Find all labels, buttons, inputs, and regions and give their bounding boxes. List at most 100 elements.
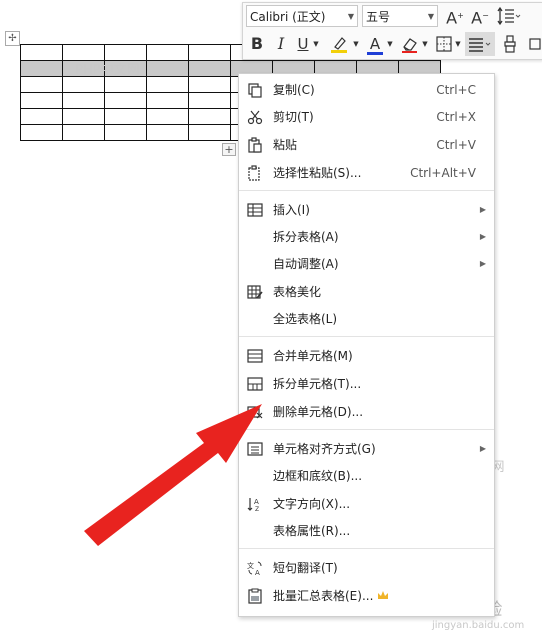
menu-item-label: 拆分单元格(T)...	[273, 377, 362, 391]
shrink-font-icon: A	[471, 8, 483, 28]
batch-summary-icon	[248, 588, 262, 604]
chevron-right-icon: ▶	[479, 259, 486, 268]
chevron-down-icon: ▼	[347, 12, 354, 21]
context-menu: 复制(C) Ctrl+C 剪切(T) Ctrl+X 粘贴 Ctrl+V 选择性粘…	[238, 73, 495, 617]
menu-item-paste-special[interactable]: 选择性粘贴(S)... Ctrl+Alt+V	[239, 160, 494, 186]
menu-item-label: 剪切(T)	[273, 110, 314, 124]
menu-item-label: 粘贴	[273, 138, 298, 152]
menu-separator	[239, 336, 494, 337]
menu-item-label: 选择性粘贴(S)...	[273, 166, 362, 180]
menu-item-borders-shading[interactable]: 边框和底纹(B)...	[239, 463, 494, 489]
svg-text:Z: Z	[255, 506, 259, 512]
menu-item-label: 表格美化	[273, 285, 322, 299]
highlight-button[interactable]	[329, 33, 351, 55]
chevron-down-icon[interactable]: ▼	[351, 33, 361, 55]
chevron-right-icon: ▶	[479, 444, 486, 453]
menu-item-label: 拆分表格(A)	[273, 230, 339, 244]
font-size-select[interactable]: 五号 ▼	[362, 5, 438, 27]
font-size-value: 五号	[366, 10, 391, 24]
chevron-right-icon: ▶	[479, 232, 486, 241]
menu-item-select-table[interactable]: 全选表格(L)	[239, 306, 494, 332]
format-painter-button[interactable]	[501, 33, 521, 55]
svg-text:A: A	[255, 569, 260, 576]
menu-item-copy[interactable]: 复制(C) Ctrl+C	[239, 77, 494, 103]
chevron-right-icon: ▶	[479, 205, 486, 214]
menu-item-label: 文字方向(X)...	[273, 497, 351, 511]
line-spacing-icon	[497, 6, 521, 26]
grow-font-icon: A	[446, 8, 458, 28]
menu-item-translate[interactable]: 文A 短句翻译(T)	[239, 555, 494, 581]
menu-item-label: 边框和底纹(B)...	[273, 469, 363, 483]
italic-button[interactable]: I	[273, 33, 289, 55]
chevron-down-icon: ▼	[427, 12, 434, 21]
menu-item-label: 插入(I)	[273, 203, 310, 217]
menu-item-label: 表格属性(R)...	[273, 524, 351, 538]
clear-format-button[interactable]	[400, 33, 420, 55]
menu-item-table-properties[interactable]: 表格属性(R)...	[239, 518, 494, 544]
shortcut-label: Ctrl+V	[436, 138, 476, 152]
font-color-swatch	[367, 52, 383, 55]
shortcut-label: Ctrl+X	[436, 110, 476, 124]
menu-item-beautify-table[interactable]: 表格美化	[239, 279, 494, 305]
font-name-select[interactable]: Calibri (正文) ▼	[246, 5, 358, 27]
more-icon[interactable]	[527, 33, 541, 55]
align-center-icon	[469, 38, 491, 52]
underline-button[interactable]: U	[295, 33, 311, 55]
menu-separator	[239, 548, 494, 549]
watermark: jingyan.baidu.com	[432, 620, 525, 631]
table-move-handle-icon[interactable]: ✢	[5, 31, 20, 46]
table-style-icon	[247, 285, 263, 299]
menu-item-label: 单元格对齐方式(G)	[273, 442, 376, 456]
font-color-button[interactable]: A	[367, 33, 383, 55]
translate-icon: 文A	[247, 561, 262, 576]
menu-item-batch-summary[interactable]: 批量汇总表格(E)...	[239, 583, 494, 609]
crown-icon	[378, 591, 388, 599]
chevron-down-icon[interactable]: ▼	[311, 33, 321, 55]
svg-text:A: A	[254, 498, 259, 506]
scissors-icon	[247, 110, 263, 125]
line-spacing-button[interactable]	[496, 5, 522, 27]
grow-font-button[interactable]: A+	[445, 5, 465, 28]
menu-item-label: 复制(C)	[273, 83, 315, 97]
svg-text:文: 文	[247, 561, 254, 570]
menu-separator	[239, 429, 494, 430]
menu-item-label: 合并单元格(M)	[273, 349, 353, 363]
add-row-button[interactable]: +	[222, 143, 236, 156]
align-button[interactable]	[465, 32, 495, 56]
merge-cells-icon	[247, 349, 263, 363]
table-insert-icon	[247, 203, 263, 217]
menu-separator	[239, 190, 494, 191]
menu-item-delete-cells[interactable]: 删除单元格(D)...	[239, 399, 494, 425]
delete-cells-icon	[247, 406, 263, 419]
menu-item-cut[interactable]: 剪切(T) Ctrl+X	[239, 104, 494, 130]
menu-item-text-direction[interactable]: AZ 文字方向(X)...	[239, 491, 494, 517]
menu-item-label: 自动调整(A)	[273, 257, 339, 271]
paste-special-icon	[248, 165, 260, 181]
shortcut-label: Ctrl+C	[436, 83, 476, 97]
eraser-icon	[402, 38, 417, 53]
shortcut-label: Ctrl+Alt+V	[410, 166, 476, 180]
split-cells-icon	[247, 377, 263, 391]
menu-item-label: 批量汇总表格(E)...	[273, 589, 374, 603]
menu-item-split-cells[interactable]: 拆分单元格(T)...	[239, 371, 494, 397]
menu-item-paste[interactable]: 粘贴 Ctrl+V	[239, 132, 494, 158]
highlighter-icon	[331, 37, 347, 53]
text-direction-icon: AZ	[247, 498, 259, 512]
menu-item-insert[interactable]: 插入(I) ▶	[239, 197, 494, 223]
paintbrush-icon	[504, 35, 516, 53]
chevron-down-icon[interactable]: ▼	[385, 33, 395, 55]
menu-item-merge-cells[interactable]: 合并单元格(M)	[239, 343, 494, 369]
menu-item-auto-fit[interactable]: 自动调整(A) ▶	[239, 251, 494, 277]
menu-item-label: 全选表格(L)	[273, 312, 338, 326]
menu-item-label: 删除单元格(D)...	[273, 405, 364, 419]
paste-icon	[248, 137, 262, 153]
bold-button[interactable]: B	[248, 33, 266, 55]
chevron-down-icon[interactable]: ▼	[420, 33, 430, 55]
borders-button[interactable]	[435, 33, 453, 55]
menu-item-split-table[interactable]: 拆分表格(A) ▶	[239, 224, 494, 250]
chevron-down-icon[interactable]: ▼	[453, 33, 463, 55]
shrink-font-button[interactable]: A−	[470, 5, 490, 28]
menu-item-cell-alignment[interactable]: 单元格对齐方式(G) ▶	[239, 436, 494, 462]
cell-align-icon	[247, 442, 263, 456]
borders-icon	[436, 36, 452, 52]
